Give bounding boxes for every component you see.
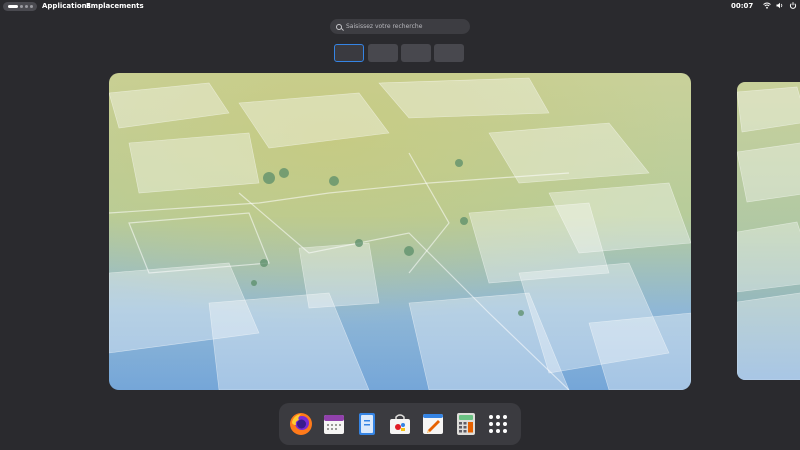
activities-button[interactable]	[3, 2, 37, 11]
power-icon	[789, 2, 797, 11]
text-editor-launcher[interactable]	[420, 411, 446, 437]
dash-dock	[279, 403, 521, 445]
calendar-icon	[324, 415, 345, 434]
workspace-thumbnail-2[interactable]	[368, 44, 398, 62]
notes-icon	[359, 413, 376, 435]
search-placeholder: Saisissez votre recherche	[346, 23, 423, 30]
software-icon	[389, 414, 410, 434]
calculator-icon	[456, 413, 475, 435]
clock[interactable]: 00:07	[731, 2, 753, 10]
wifi-icon	[763, 2, 771, 11]
text-editor-icon	[422, 414, 443, 434]
workspace-dot	[25, 5, 28, 8]
next-workspace-preview[interactable]	[737, 82, 800, 380]
app-grid-icon	[489, 415, 508, 433]
search-icon	[336, 23, 342, 30]
workspace-thumbnail-3[interactable]	[401, 44, 431, 62]
top-bar: Applications Emplacements 00:07	[0, 0, 800, 13]
system-tray[interactable]	[763, 2, 797, 11]
notes-launcher[interactable]	[354, 411, 380, 437]
firefox-launcher[interactable]	[288, 411, 314, 437]
wallpaper-city-map	[109, 73, 691, 390]
calendar-launcher[interactable]	[321, 411, 347, 437]
workspace-thumbnail-4[interactable]	[434, 44, 464, 62]
software-launcher[interactable]	[387, 411, 413, 437]
calculator-launcher[interactable]	[453, 411, 479, 437]
firefox-icon	[290, 413, 313, 435]
active-workspace-indicator	[8, 5, 18, 8]
workspace-thumbnail-1[interactable]	[334, 44, 364, 62]
workspace-dot	[30, 5, 33, 8]
show-applications-button[interactable]	[485, 411, 511, 437]
applications-menu[interactable]: Applications	[42, 2, 91, 10]
places-menu[interactable]: Emplacements	[86, 2, 144, 10]
search-entry[interactable]: Saisissez votre recherche	[330, 19, 470, 34]
volume-icon	[776, 2, 784, 11]
wallpaper-city-map-preview	[737, 82, 800, 380]
workspace-view[interactable]	[109, 73, 691, 390]
workspace-dot	[20, 5, 23, 8]
